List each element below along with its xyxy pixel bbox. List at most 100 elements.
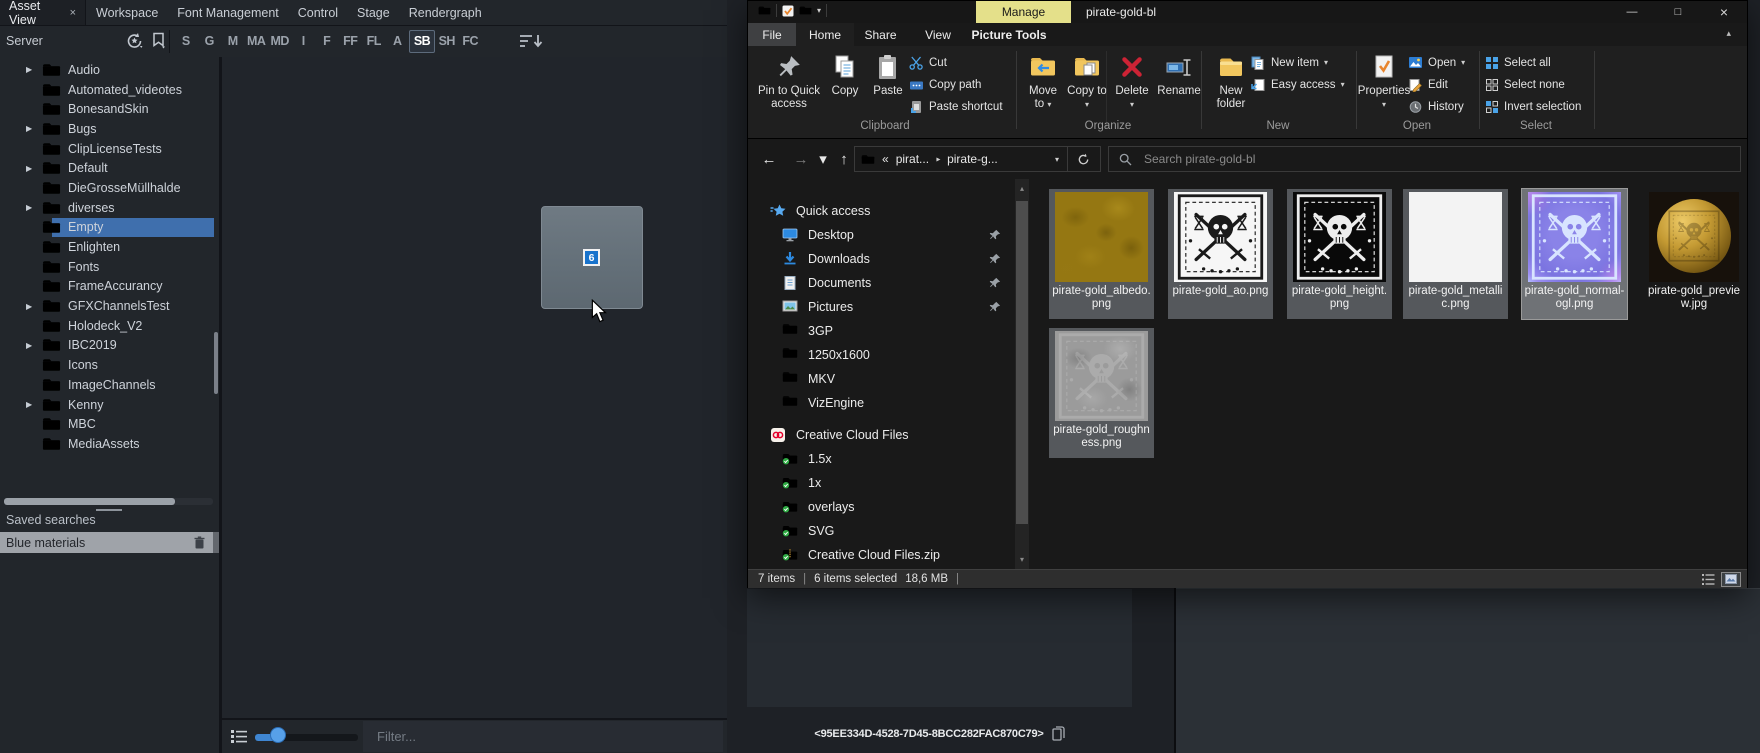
tab-share[interactable]: Share — [854, 23, 907, 46]
filter-s[interactable]: S — [174, 29, 198, 53]
nav-1250x1600[interactable]: 1250x1600 — [748, 343, 1015, 367]
nav-svg[interactable]: SVG — [748, 519, 1015, 543]
copy-guid-icon[interactable] — [1052, 726, 1065, 741]
file-pirate-gold-metallic[interactable]: pirate-gold_metallic.png — [1403, 189, 1508, 319]
copy-path-button[interactable]: Copy path — [909, 74, 981, 95]
tree-item-gfxchannelstest[interactable]: ▶ GFXChannelsTest — [0, 296, 219, 316]
panel-splitter-handle[interactable] — [96, 509, 122, 511]
search-box[interactable] — [1108, 146, 1741, 172]
nav-scrollbar[interactable]: ▴ ▾ — [1015, 179, 1029, 569]
tree-item-mediaassets[interactable]: MediaAssets — [0, 434, 219, 454]
tree-item-fonts[interactable]: Fonts — [0, 257, 219, 277]
nav-1-5x[interactable]: 1.5x — [748, 447, 1015, 471]
up-button[interactable]: ↑ — [832, 146, 856, 172]
scrollbar-thumb[interactable] — [1016, 201, 1028, 524]
properties-quick-icon[interactable] — [782, 5, 794, 17]
tab-file[interactable]: File — [748, 23, 796, 46]
refresh-server-icon[interactable] — [126, 32, 145, 50]
breadcrumb-overflow[interactable]: « — [882, 152, 889, 166]
nav-creative-cloud-files-zip[interactable]: Creative Cloud Files.zip — [748, 543, 1015, 567]
tab-home-active[interactable]: Home — [796, 23, 854, 46]
filter-ma[interactable]: MA — [245, 29, 269, 53]
filter-g[interactable]: G — [198, 29, 222, 53]
folder-icon[interactable] — [758, 5, 771, 16]
nav-vizengine[interactable]: VizEngine — [748, 391, 1015, 415]
tree-vertical-scrollbar[interactable] — [214, 332, 218, 394]
edit-button[interactable]: Edit — [1408, 74, 1448, 95]
bookmark-icon[interactable] — [152, 32, 168, 50]
collapse-ribbon-icon[interactable]: ▴ — [1726, 28, 1731, 39]
close-tab-icon[interactable]: × — [70, 7, 76, 19]
filter-f[interactable]: F — [315, 29, 339, 53]
customize-toolbar-icon[interactable]: ▾ — [817, 6, 821, 15]
nav-desktop[interactable]: Desktop — [748, 223, 1015, 247]
invert-selection-button[interactable]: Invert selection — [1485, 96, 1581, 117]
filter-m[interactable]: M — [221, 29, 245, 53]
explorer-title-bar[interactable]: ▾ Manage pirate-gold-bl — □ × — [748, 1, 1747, 23]
file-pirate-gold-preview[interactable]: pirate-gold_preview.jpg — [1644, 189, 1744, 319]
tab-asset-view[interactable]: Asset View × — [0, 0, 86, 25]
minimize-button[interactable]: — — [1609, 1, 1655, 23]
tree-item-enlighten[interactable]: Enlighten — [0, 237, 219, 257]
breadcrumb-chevron-icon[interactable]: ▾ — [934, 157, 943, 161]
nav-1x[interactable]: 1x — [748, 471, 1015, 495]
recent-locations-icon[interactable]: ▾ — [816, 146, 830, 172]
address-dropdown-icon[interactable]: ▾ — [1055, 155, 1059, 164]
nav-quick-access[interactable]: Quick access — [748, 199, 1015, 223]
expand-icon[interactable]: ▶ — [26, 203, 42, 212]
filter-md[interactable]: MD — [268, 29, 292, 53]
nav-downloads[interactable]: Downloads — [748, 247, 1015, 271]
file-pirate-gold-ao[interactable]: pirate-gold_ao.png — [1168, 189, 1273, 319]
file-pirate-gold-normal[interactable]: pirate-gold_normal-ogl.png — [1522, 189, 1627, 319]
saved-search-blue-materials[interactable]: Blue materials — [0, 532, 219, 553]
cut-button[interactable]: Cut — [909, 52, 947, 73]
tree-item-kenny[interactable]: ▶ Kenny — [0, 395, 219, 415]
pin-to-quick-access-button[interactable]: Pin to Quick access — [758, 49, 820, 133]
paste-shortcut-button[interactable]: Paste shortcut — [909, 96, 1003, 117]
tree-item-holodeck-v2[interactable]: Holodeck_V2 — [0, 316, 219, 336]
back-button[interactable]: ← — [756, 146, 782, 172]
sort-icon[interactable] — [518, 33, 544, 49]
forward-button[interactable]: → — [788, 146, 814, 172]
nav-pictures[interactable]: Pictures — [748, 295, 1015, 319]
tree-item-automated-videotes[interactable]: Automated_videotes — [0, 80, 219, 100]
filter-ff[interactable]: FF — [339, 29, 363, 53]
expand-icon[interactable]: ▶ — [26, 302, 42, 311]
tree-item-diegrossemuellhalde[interactable]: DieGrosseMüllhalde — [0, 178, 219, 198]
tab-view[interactable]: View — [907, 23, 969, 46]
tree-item-default[interactable]: ▶ Default — [0, 158, 219, 178]
breadcrumb-current[interactable]: pirate-g... — [947, 152, 998, 166]
address-bar[interactable]: « pirat... ▾ pirate-g... ▾ — [854, 146, 1068, 172]
select-all-button[interactable]: Select all — [1485, 52, 1551, 73]
tree-item-frameaccurancy[interactable]: FrameAccurancy — [0, 277, 219, 297]
thumbnail-size-slider-handle[interactable] — [270, 727, 286, 743]
menu-font-management[interactable]: Font Management — [176, 6, 279, 20]
file-pirate-gold-height[interactable]: pirate-gold_height.png — [1287, 189, 1392, 319]
large-icons-view-button[interactable] — [1721, 572, 1741, 587]
nav-3gp[interactable]: 3GP — [748, 319, 1015, 343]
tree-item-empty-selected[interactable]: Empty — [0, 218, 219, 238]
tree-horizontal-scrollbar[interactable] — [4, 498, 213, 505]
list-view-icon[interactable] — [230, 729, 248, 744]
select-none-button[interactable]: Select none — [1485, 74, 1565, 95]
filter-sb-active[interactable]: SB — [409, 30, 435, 53]
filter-input[interactable] — [363, 721, 723, 752]
tree-item-bugs[interactable]: ▶ Bugs — [0, 119, 219, 139]
manage-contextual-tab[interactable]: Manage — [976, 1, 1071, 23]
search-input[interactable] — [1142, 151, 1740, 167]
menu-stage[interactable]: Stage — [356, 6, 391, 20]
new-item-button[interactable]: New item ▾ — [1251, 52, 1328, 73]
maximize-button[interactable]: □ — [1655, 1, 1701, 23]
tree-item-mbc[interactable]: MBC — [0, 414, 219, 434]
filter-sh[interactable]: SH — [435, 29, 459, 53]
nav-overlays[interactable]: overlays — [748, 495, 1015, 519]
history-button[interactable]: History — [1408, 96, 1464, 117]
refresh-button[interactable] — [1067, 146, 1101, 172]
tree-item-ibc2019[interactable]: ▶ IBC2019 — [0, 336, 219, 356]
folder-icon[interactable] — [799, 5, 812, 16]
expand-icon[interactable]: ▶ — [26, 65, 42, 74]
nav-creative-cloud-files[interactable]: Creative Cloud Files — [748, 423, 1015, 447]
tree-item-audio[interactable]: ▶ Audio — [0, 60, 219, 80]
filter-i[interactable]: I — [292, 29, 316, 53]
menu-control[interactable]: Control — [297, 6, 339, 20]
